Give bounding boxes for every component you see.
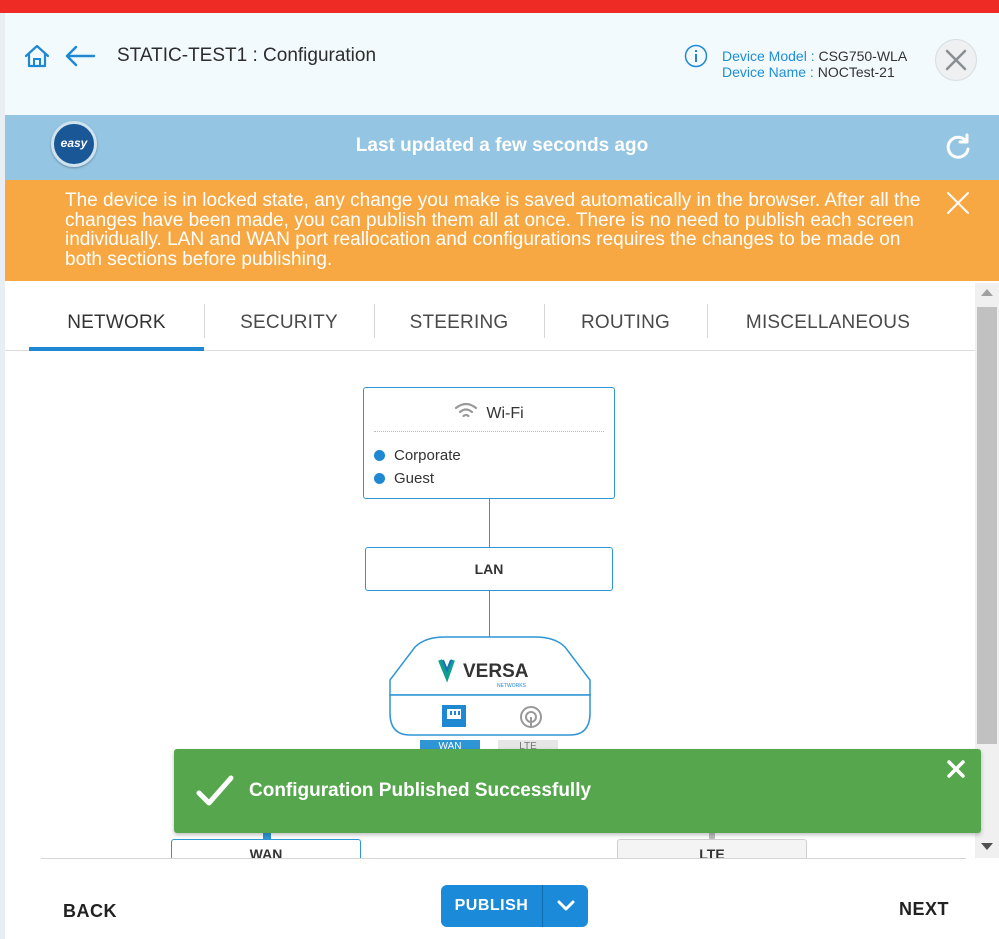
info-icon[interactable] [684, 44, 708, 68]
back-arrow-icon[interactable] [63, 44, 97, 68]
tab-miscellaneous[interactable]: MISCELLANEOUS [707, 300, 949, 351]
device-info: Device Model : CSG750-WLA Device Name : … [722, 48, 907, 80]
tab-security[interactable]: SECURITY [204, 300, 374, 351]
config-page: STATIC-TEST1 : Configuration Device Mode… [0, 0, 999, 939]
device-model-value: CSG750-WLA [818, 48, 908, 64]
connector-line [489, 499, 490, 547]
top-accent-bar [0, 0, 999, 13]
wifi-icon [455, 402, 478, 418]
wifi-divider [374, 431, 604, 432]
warning-text: The device is in locked state, any chang… [65, 190, 921, 270]
toast-message: Configuration Published Successfully [249, 780, 592, 801]
wifi-card[interactable]: Wi-Fi Corporate Guest [363, 387, 615, 499]
header: STATIC-TEST1 : Configuration Device Mode… [5, 13, 999, 115]
footer-divider [41, 858, 966, 859]
publish-button[interactable]: PUBLISH [441, 885, 542, 927]
tab-routing[interactable]: ROUTING [544, 300, 707, 351]
locked-warning-banner: The device is in locked state, any chang… [5, 180, 999, 281]
close-icon [945, 49, 967, 71]
scroll-down-icon[interactable] [981, 843, 993, 850]
publish-split-button: PUBLISH [441, 885, 588, 927]
device-model-label: Device Model : [722, 48, 815, 64]
next-button[interactable]: NEXT [899, 899, 949, 920]
home-icon[interactable] [23, 43, 51, 69]
scroll-thumb[interactable] [977, 307, 997, 744]
device-name-label: Device Name : [722, 64, 814, 80]
tab-steering[interactable]: STEERING [374, 300, 544, 351]
page-title: STATIC-TEST1 : Configuration [117, 45, 377, 66]
status-bar: easy Last updated a few seconds ago [5, 115, 999, 180]
publish-dropdown-button[interactable] [543, 885, 588, 927]
versa-device: VERSA NETWORKS [385, 635, 595, 745]
success-toast: Configuration Published Successfully [174, 749, 981, 833]
tab-network[interactable]: NETWORK [29, 300, 204, 351]
refresh-icon[interactable] [944, 133, 972, 161]
connector-line [489, 591, 490, 637]
checkmark-icon [196, 775, 234, 812]
back-button[interactable]: BACK [63, 901, 117, 922]
lan-card[interactable]: LAN [365, 547, 613, 591]
scroll-up-icon[interactable] [981, 289, 993, 296]
network-corporate: Corporate [374, 447, 461, 464]
device-name-value: NOCTest-21 [817, 64, 895, 80]
network-guest: Guest [374, 470, 434, 487]
chevron-down-icon [557, 900, 575, 911]
footer-actions: BACK PUBLISH NEXT [5, 858, 999, 939]
toast-close-icon[interactable] [946, 759, 966, 784]
device-sub-text: NETWORKS [497, 683, 527, 689]
device-brand-text: VERSA [463, 661, 529, 682]
close-button[interactable] [935, 39, 977, 81]
config-tabs: NETWORK SECURITY STEERING ROUTING MISCEL… [5, 300, 975, 351]
warning-close-icon[interactable] [945, 190, 971, 216]
last-updated-text: Last updated a few seconds ago [355, 135, 649, 156]
wifi-title: Wi-Fi [364, 401, 614, 423]
